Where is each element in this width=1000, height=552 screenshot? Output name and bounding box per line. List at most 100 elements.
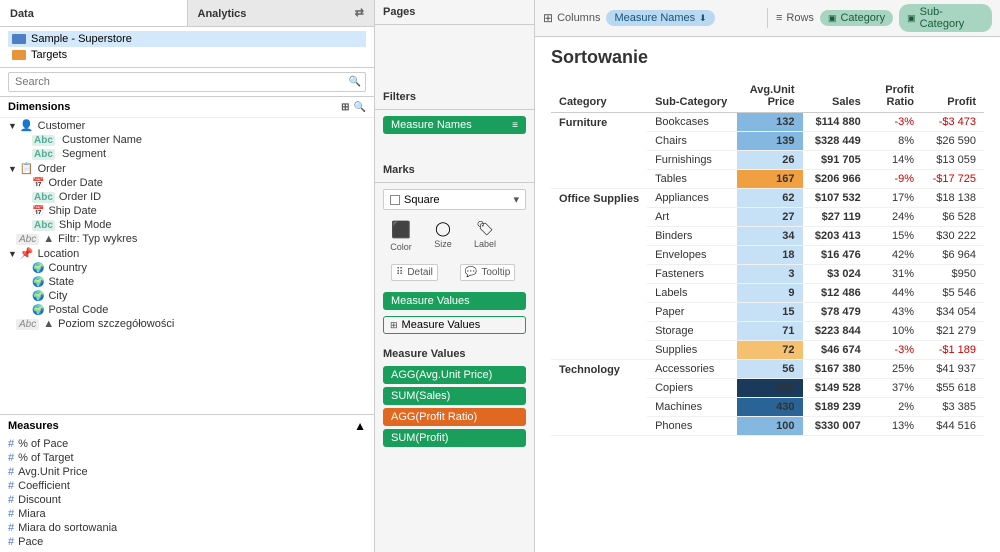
mark-detail-shelf[interactable]: ⠿ Detail [391,264,438,281]
table-cell-subcategory: Bookcases [647,113,737,132]
tree-item-miaradosort[interactable]: # Miara do sortowania [0,521,374,535]
globe-icon: 🌍 [32,305,44,316]
table-icon: ⊞ [390,320,398,331]
table-cell-sales: $3 024 [803,265,869,284]
filter-chip-measurenames[interactable]: Measure Names ≡ [383,116,526,134]
table-cell-sales: $167 380 [803,360,869,379]
tree-item-postalcode[interactable]: 🌍 Postal Code [0,303,374,317]
table-cell-profit: $55 618 [922,379,984,398]
measure-chip-avgprice[interactable]: AGG(Avg.Unit Price) [383,366,526,384]
tree-group-customer[interactable]: ▼ 👤 Customer [0,118,374,133]
tree-item-discount[interactable]: # Discount [0,493,374,507]
table-cell-category: Furniture [551,113,647,189]
tree-item-avgunitprice[interactable]: # Avg.Unit Price [0,465,374,479]
dimensions-search-icon[interactable]: 🔍 [354,102,366,113]
tree-item-orderid[interactable]: Abc Order ID [0,190,374,204]
measure-chip-profitratio[interactable]: AGG(Profit Ratio) [383,408,526,426]
tree-item-orderdate[interactable]: 📅 Order Date [0,176,374,190]
folder-icon: 📌 [20,247,34,260]
tree-item-country[interactable]: 🌍 Country [0,261,374,275]
col-header-category: Category [551,80,647,113]
columns-toolbar: ⊞ Columns Measure Names ⬇ [543,10,759,26]
caret-icon: ▼ [8,164,17,174]
measure-values-shelf-chip-1[interactable]: Measure Values [383,292,526,310]
table-cell-sales: $107 532 [803,189,869,208]
tree-group-order[interactable]: ▼ 📋 Order [0,161,374,176]
datasource-targets[interactable]: Targets [8,47,366,63]
search-bar: 🔍 [0,68,374,97]
table-cell-profitratio: 17% [869,189,922,208]
table-cell-avgprice: 27 [737,208,802,227]
data-tab[interactable]: Data [0,0,188,26]
rows-toolbar: ≡ Rows ▣ Category ▣ Sub-Category [776,4,992,32]
table-cell-profit: $26 590 [922,132,984,151]
tree-item-pace[interactable]: # Pace [0,535,374,549]
search-icon: 🔍 [349,77,361,88]
hash-icon: # [8,480,14,492]
columns-label: ⊞ Columns [543,11,600,25]
table-cell-avgprice: 26 [737,151,802,170]
mark-color-control[interactable]: ⬛ Color [383,220,419,252]
tree-item-miara[interactable]: # Miara [0,507,374,521]
calendar-icon: 📅 [32,206,44,217]
measure-chip-profit[interactable]: SUM(Profit) [383,429,526,447]
abc-icon: Abc [32,220,55,231]
tree-item-customername[interactable]: Abc Customer Name [0,133,374,147]
marks-type-selector[interactable]: Square ▾ [383,189,526,210]
col-header-profitratio: Profit Ratio [869,80,922,113]
search-input[interactable] [8,72,366,92]
tree-item-segment[interactable]: Abc Segment [0,147,374,161]
columns-measure-names-pill[interactable]: Measure Names ⬇ [606,10,714,26]
table-cell-profitratio: 2% [869,398,922,417]
analytics-tab[interactable]: Analytics ⇄ [188,0,375,26]
measures-list: # % of Pace # % of Target # Avg.Unit Pri… [0,437,374,552]
measure-chip-sales[interactable]: SUM(Sales) [383,387,526,405]
tree-group-location[interactable]: ▼ 📌 Location [0,246,374,261]
table-cell-avgprice: 71 [737,322,802,341]
tree-item-coefficient[interactable]: # Coefficient [0,479,374,493]
table-cell-avgprice: 639 [737,379,802,398]
rows-category-pill[interactable]: ▣ Category [820,10,893,26]
table-cell-profitratio: 25% [869,360,922,379]
col-header-avgprice: Avg.Unit Price [737,80,802,113]
field-icon: ▲ [43,233,54,245]
table-cell-profitratio: 13% [869,417,922,436]
caret-icon: ▼ [8,121,17,131]
measure-values-shelf-chip-2[interactable]: ⊞ Measure Values [383,316,526,334]
tree-item-filtr[interactable]: Abc ▲ Filtr: Typ wykres [0,232,374,246]
table-cell-subcategory: Furnishings [647,151,737,170]
tree-item-targetperc[interactable]: # % of Target [0,451,374,465]
table-cell-avgprice: 9 [737,284,802,303]
marks-header: Marks [375,158,534,183]
tree-item-shipmode[interactable]: Abc Ship Mode [0,218,374,232]
data-table: Category Sub-Category Avg.Unit Price Sal… [551,80,984,436]
tree-item-poziom[interactable]: Abc ▲ Poziom szczegółowości [0,317,374,331]
table-cell-avgprice: 15 [737,303,802,322]
table-cell-avgprice: 62 [737,189,802,208]
table-cell-subcategory: Binders [647,227,737,246]
measures-section-header: Measures ▲ [0,414,374,437]
dimensions-section-header: Dimensions ⊞ 🔍 [0,97,374,118]
table-cell-profit: -$1 189 [922,341,984,360]
tree-item-state[interactable]: 🌍 State [0,275,374,289]
dimensions-tree: ▼ 👤 Customer Abc Customer Name Abc Segme… [0,118,374,414]
mark-tooltip-shelf[interactable]: 💬 Tooltip [460,264,515,281]
mark-size-control[interactable]: ◯ Size [425,220,461,252]
table-cell-sales: $149 528 [803,379,869,398]
toolbar-divider [767,8,768,28]
datasource-superstore[interactable]: Sample - Superstore [8,31,366,47]
tree-item-paceperc[interactable]: # % of Pace [0,437,374,451]
dimensions-grid-icon[interactable]: ⊞ [341,102,349,113]
tree-item-shipdate[interactable]: 📅 Ship Date [0,204,374,218]
tree-item-city[interactable]: 🌍 City [0,289,374,303]
mark-label-control[interactable]: 🏷 Label [467,220,503,252]
table-cell-category: Technology [551,360,647,436]
table-cell-sales: $223 844 [803,322,869,341]
measures-expand-icon[interactable]: ▲ [354,419,366,433]
rows-label: ≡ Rows [776,12,814,24]
table-cell-subcategory: Appliances [647,189,737,208]
hash-icon: # [8,452,14,464]
table-cell-subcategory: Fasteners [647,265,737,284]
table-cell-profitratio: -3% [869,341,922,360]
rows-subcategory-pill[interactable]: ▣ Sub-Category [899,4,992,32]
